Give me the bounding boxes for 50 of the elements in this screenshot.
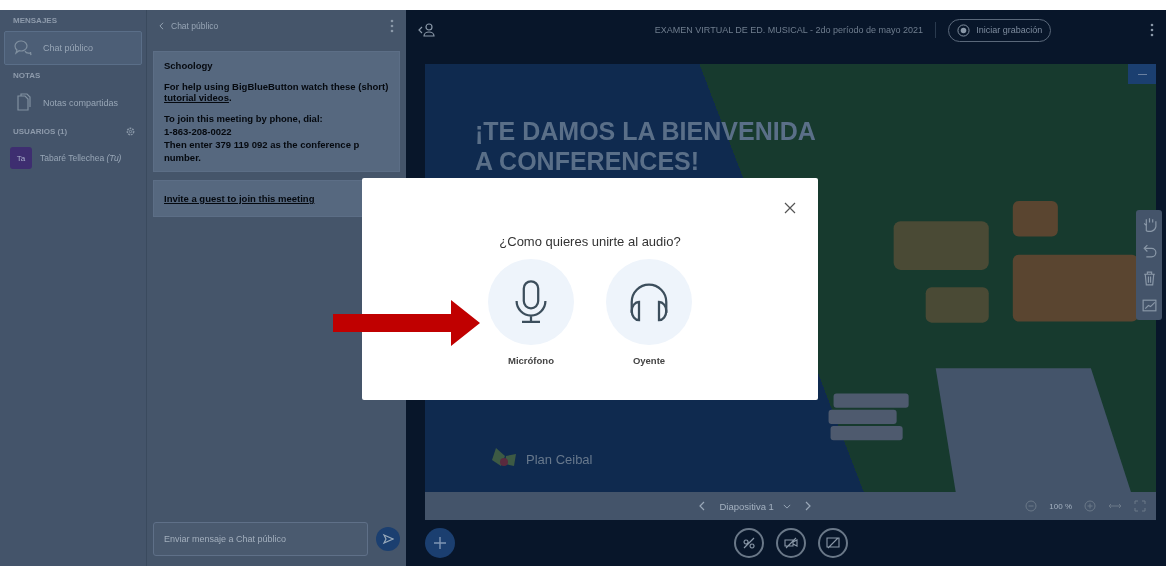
camera-button[interactable] (775, 528, 806, 558)
message-text: 1-863-208-0022 (164, 126, 233, 137)
record-icon (957, 23, 971, 37)
chart-icon[interactable] (1140, 297, 1158, 314)
section-title: USUARIOS (1) (12, 127, 68, 136)
message-text: To join this meeting by phone, dial: (164, 113, 324, 124)
more-options-icon[interactable] (390, 19, 394, 33)
send-button[interactable] (376, 527, 400, 551)
section-title: MENSAJES (12, 16, 58, 25)
more-options-icon[interactable] (1150, 23, 1154, 37)
chat-bubbles-icon (13, 38, 33, 58)
back-link[interactable]: Chat público (159, 21, 219, 31)
fit-width-icon[interactable] (1108, 502, 1122, 510)
message-heading: Schoology (164, 60, 214, 71)
screen-share-off-icon (825, 536, 840, 550)
audio-button[interactable] (733, 528, 764, 558)
next-slide-icon[interactable] (804, 501, 811, 511)
user-list-toggle-icon[interactable] (418, 22, 436, 38)
send-icon (382, 533, 394, 545)
user-list-item[interactable]: Ta Tabaré Tellechea (Tu) (4, 143, 142, 173)
message-text: Then enter 379 119 092 as the conference p (164, 139, 361, 150)
notes-list-item[interactable]: Notas compartidas (4, 86, 142, 120)
option-label: Oyente (632, 355, 666, 366)
actions-button[interactable] (425, 528, 455, 558)
settings-icon[interactable] (125, 126, 136, 137)
slide-heading: ¡TE DAMOS LA BIENVENIDA (475, 116, 817, 146)
screen-share-button[interactable] (817, 528, 848, 558)
slide-heading: A CONFERENCES! (475, 146, 701, 176)
meeting-title: EXAMEN VIRTUAL DE ED. MUSICAL - 2do período de mayo 2021 (654, 25, 924, 35)
slide-logo-text: Plan Ceibal (526, 451, 593, 467)
message-text: For help using BigBlueButton watch these (short) tutorial videos. (164, 81, 389, 103)
message-input-field[interactable]: Enviar mensaje a Chat público (153, 522, 368, 556)
slide-selector[interactable]: Diapositiva 1 (719, 500, 791, 512)
back-chevron-icon (159, 22, 164, 30)
headphones-icon (628, 282, 670, 322)
undo-icon[interactable] (1140, 243, 1158, 260)
message-text: number. (164, 152, 202, 163)
zoom-level: 100 % (1049, 501, 1072, 511)
close-icon[interactable] (784, 202, 796, 214)
chat-list-item[interactable]: Chat público (4, 31, 142, 65)
microphone-icon (513, 279, 549, 325)
dialog-question: ¿Como quieres unirte al audio? (499, 234, 681, 249)
previous-slide-icon[interactable] (699, 501, 706, 511)
tutorial-link[interactable]: tutorial videos (164, 92, 229, 103)
camera-off-icon (783, 536, 798, 550)
plus-icon (433, 536, 447, 550)
option-label: Micrófono (508, 355, 554, 366)
section-title: NOTAS (12, 71, 42, 80)
dropdown-caret-icon (782, 503, 791, 509)
user-avatar: Ta (10, 147, 32, 169)
